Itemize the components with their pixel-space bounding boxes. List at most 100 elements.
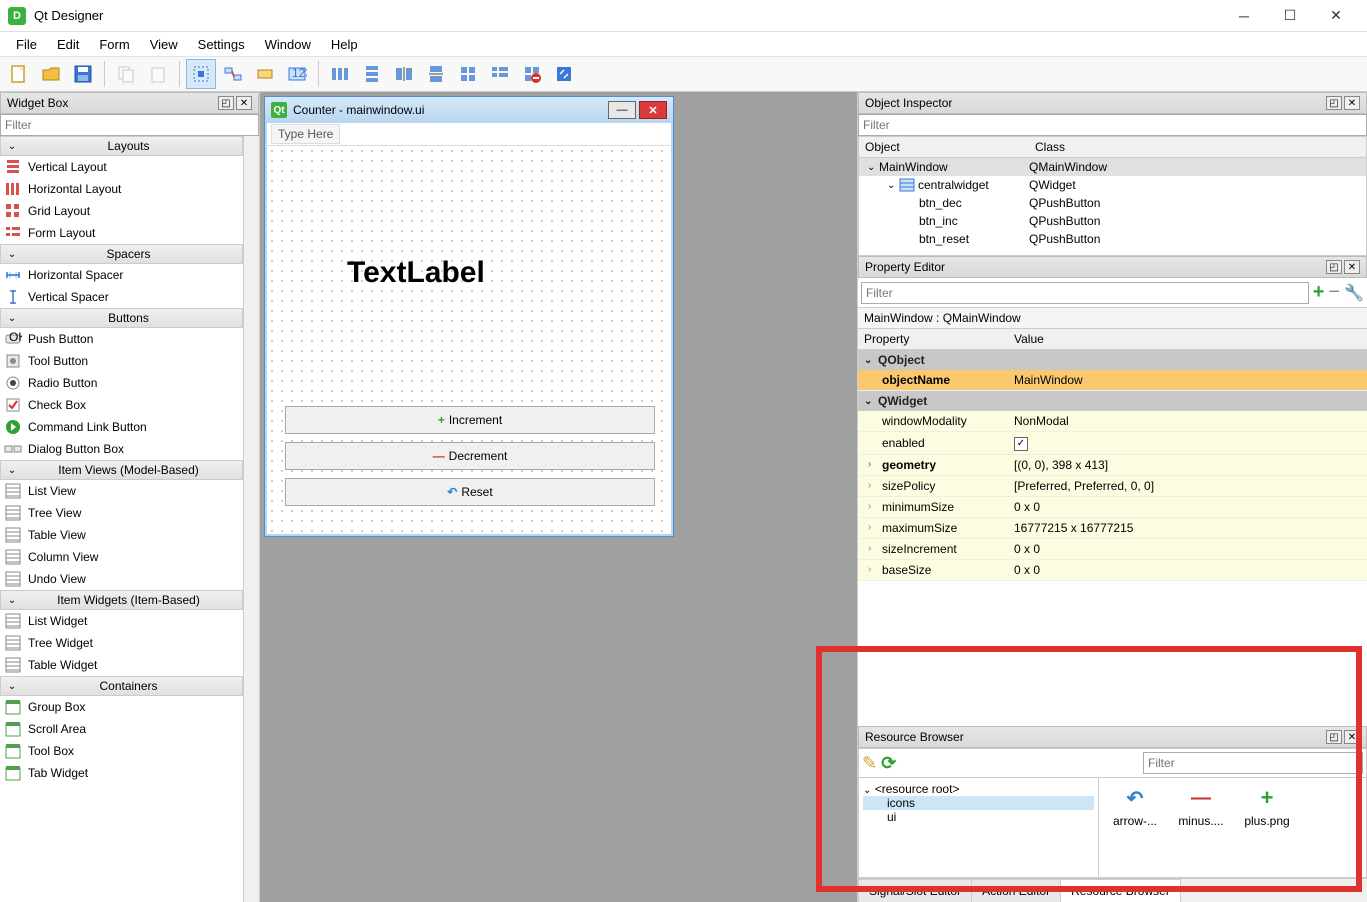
widget-box-filter[interactable] xyxy=(0,114,259,136)
object-row[interactable]: btn_incQPushButton xyxy=(859,212,1366,230)
dock-float-icon[interactable]: ◰ xyxy=(1326,260,1342,274)
tree-item-ui[interactable]: ui xyxy=(863,810,1094,824)
category-header[interactable]: ⌄Buttons xyxy=(0,308,243,328)
layout-vertical-icon[interactable] xyxy=(357,59,387,89)
close-button[interactable]: ✕ xyxy=(1313,0,1359,32)
paste-icon[interactable] xyxy=(143,59,173,89)
new-file-icon[interactable] xyxy=(4,59,34,89)
widget-item[interactable]: OKPush Button xyxy=(0,328,243,350)
resource-icon[interactable]: —minus.... xyxy=(1173,786,1229,828)
resource-icon[interactable]: +plus.png xyxy=(1239,786,1295,828)
reset-button[interactable]: ↶Reset xyxy=(285,478,655,506)
layout-grid-icon[interactable] xyxy=(453,59,483,89)
menu-help[interactable]: Help xyxy=(321,33,368,56)
dock-close-icon[interactable]: ✕ xyxy=(1344,730,1360,744)
maximize-button[interactable]: ☐ xyxy=(1267,0,1313,32)
object-inspector-tree[interactable]: ObjectClass ⌄MainWindowQMainWindow⌄centr… xyxy=(858,136,1367,256)
widget-item[interactable]: Form Layout xyxy=(0,222,243,244)
object-row[interactable]: btn_decQPushButton xyxy=(859,194,1366,212)
remove-property-icon[interactable]: − xyxy=(1328,281,1340,304)
property-row[interactable]: ›minimumSize0 x 0 xyxy=(858,497,1367,518)
menu-settings[interactable]: Settings xyxy=(188,33,255,56)
menu-edit[interactable]: Edit xyxy=(47,33,89,56)
object-row[interactable]: btn_resetQPushButton xyxy=(859,230,1366,248)
widget-item[interactable]: Command Link Button xyxy=(0,416,243,438)
dock-float-icon[interactable]: ◰ xyxy=(1326,96,1342,110)
adjust-size-icon[interactable] xyxy=(549,59,579,89)
edit-buddies-icon[interactable] xyxy=(250,59,280,89)
decrement-button[interactable]: —Decrement xyxy=(285,442,655,470)
resource-filter[interactable] xyxy=(1143,752,1363,774)
property-list[interactable]: ⌄QObjectobjectNameMainWindow⌄QWidgetwind… xyxy=(858,350,1367,726)
widget-item[interactable]: Dialog Button Box xyxy=(0,438,243,460)
widget-item[interactable]: Tree Widget xyxy=(0,632,243,654)
dock-float-icon[interactable]: ◰ xyxy=(218,96,234,110)
layout-form-icon[interactable] xyxy=(485,59,515,89)
tree-root[interactable]: ⌄ <resource root> xyxy=(863,782,1094,796)
form-text-label[interactable]: TextLabel xyxy=(347,256,485,290)
tab-resource-browser[interactable]: Resource Browser xyxy=(1060,879,1181,902)
object-row[interactable]: ⌄MainWindowQMainWindow xyxy=(859,158,1366,176)
tab-signal-slot-editor[interactable]: Signal/Slot Editor xyxy=(858,879,972,902)
design-canvas[interactable]: Qt Counter - mainwindow.ui — ✕ Type Here… xyxy=(260,92,857,902)
open-file-icon[interactable] xyxy=(36,59,66,89)
widget-item[interactable]: Scroll Area xyxy=(0,718,243,740)
property-group[interactable]: ⌄QObject xyxy=(858,350,1367,370)
property-row[interactable]: ›maximumSize16777215 x 16777215 xyxy=(858,518,1367,539)
form-menubar[interactable]: Type Here xyxy=(265,123,673,146)
widget-item[interactable]: Tree View xyxy=(0,502,243,524)
widget-item[interactable]: Check Box xyxy=(0,394,243,416)
minimize-button[interactable]: ─ xyxy=(1221,0,1267,32)
dock-close-icon[interactable]: ✕ xyxy=(1344,96,1360,110)
tree-item-icons[interactable]: icons xyxy=(863,796,1094,810)
edit-resources-icon[interactable]: ✎ xyxy=(862,753,877,774)
copy-icon[interactable] xyxy=(111,59,141,89)
menu-window[interactable]: Window xyxy=(255,33,321,56)
widget-item[interactable]: Grid Layout xyxy=(0,200,243,222)
menu-file[interactable]: File xyxy=(6,33,47,56)
break-layout-icon[interactable] xyxy=(517,59,547,89)
widget-item[interactable]: Table View xyxy=(0,524,243,546)
widget-item[interactable]: List View xyxy=(0,480,243,502)
object-row[interactable]: ⌄centralwidgetQWidget xyxy=(859,176,1366,194)
widget-item[interactable]: Tool Button xyxy=(0,350,243,372)
reload-icon[interactable]: ⟳ xyxy=(881,753,896,774)
form-window[interactable]: Qt Counter - mainwindow.ui — ✕ Type Here… xyxy=(264,96,674,537)
tab-action-editor[interactable]: Action Editor xyxy=(971,879,1061,902)
edit-signals-icon[interactable] xyxy=(218,59,248,89)
widget-item[interactable]: Vertical Layout xyxy=(0,156,243,178)
property-row[interactable]: ›geometry[(0, 0), 398 x 413] xyxy=(858,455,1367,476)
category-header[interactable]: ⌄Layouts xyxy=(0,136,243,156)
resource-icon-view[interactable]: ↶arrow-...—minus....+plus.png xyxy=(1099,778,1366,877)
layout-hsplit-icon[interactable] xyxy=(389,59,419,89)
widget-item[interactable]: Radio Button xyxy=(0,372,243,394)
property-editor-filter[interactable] xyxy=(861,282,1309,304)
column-header[interactable]: Property xyxy=(858,329,1008,349)
column-header[interactable]: Class xyxy=(1029,137,1071,157)
dock-close-icon[interactable]: ✕ xyxy=(236,96,252,110)
property-row[interactable]: enabled✓ xyxy=(858,432,1367,455)
property-row[interactable]: ›sizeIncrement0 x 0 xyxy=(858,539,1367,560)
property-row[interactable]: ›sizePolicy[Preferred, Preferred, 0, 0] xyxy=(858,476,1367,497)
column-header[interactable]: Value xyxy=(1008,329,1050,349)
dock-close-icon[interactable]: ✕ xyxy=(1344,260,1360,274)
object-inspector-filter[interactable] xyxy=(858,114,1367,136)
widget-item[interactable]: Horizontal Spacer xyxy=(0,264,243,286)
column-header[interactable]: Object xyxy=(859,137,1029,157)
widget-item[interactable]: Vertical Spacer xyxy=(0,286,243,308)
configure-icon[interactable]: 🔧 xyxy=(1344,283,1364,303)
property-row[interactable]: windowModalityNonModal xyxy=(858,411,1367,432)
menu-view[interactable]: View xyxy=(140,33,188,56)
category-header[interactable]: ⌄Item Views (Model-Based) xyxy=(0,460,243,480)
scrollbar[interactable] xyxy=(243,136,259,902)
widget-item[interactable]: Horizontal Layout xyxy=(0,178,243,200)
widget-item[interactable]: Table Widget xyxy=(0,654,243,676)
widget-item[interactable]: Undo View xyxy=(0,568,243,590)
widget-item[interactable]: Tab Widget xyxy=(0,762,243,784)
category-header[interactable]: ⌄Spacers xyxy=(0,244,243,264)
widget-item[interactable]: Column View xyxy=(0,546,243,568)
save-file-icon[interactable] xyxy=(68,59,98,89)
form-canvas[interactable]: TextLabel +Increment —Decrement ↶Reset xyxy=(265,146,673,536)
category-header[interactable]: ⌄Containers xyxy=(0,676,243,696)
form-close-icon[interactable]: ✕ xyxy=(639,101,667,119)
